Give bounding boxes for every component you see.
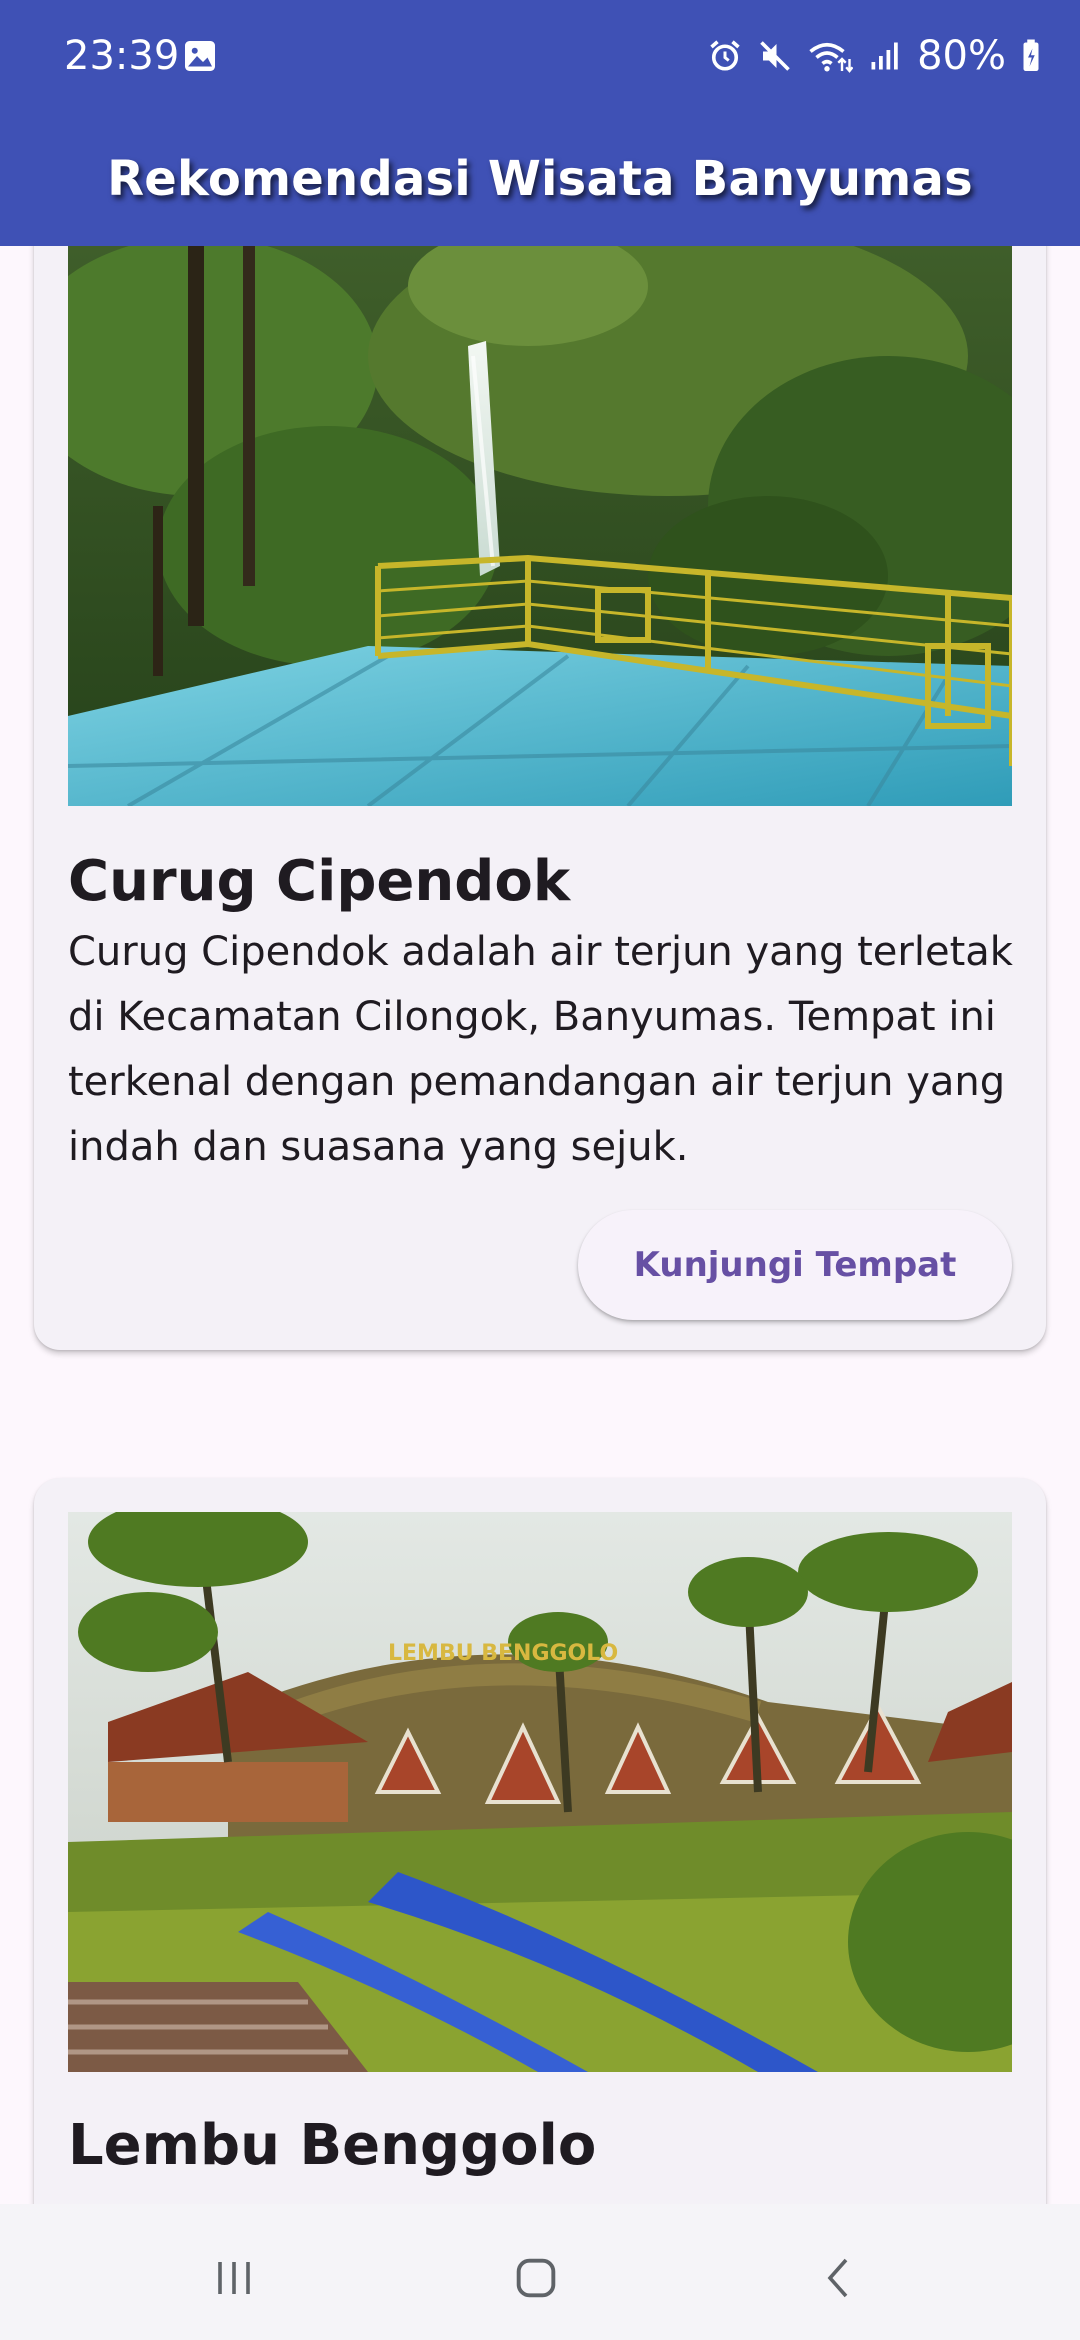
gallery-icon bbox=[185, 41, 215, 71]
app-bar: Rekomendasi Wisata Banyumas bbox=[0, 112, 1080, 246]
alarm-icon bbox=[710, 40, 740, 71]
destination-card: LEMBU BENGGOLO Lembu Benggolo bbox=[34, 1478, 1046, 2204]
status-bar: 23:39 80% bbox=[0, 0, 1080, 112]
place-description: Curug Cipendok adalah air terjun yang te… bbox=[68, 929, 1013, 1170]
back-icon[interactable] bbox=[800, 2238, 880, 2318]
recents-icon[interactable] bbox=[194, 2238, 274, 2318]
place-title: Curug Cipendok bbox=[68, 849, 571, 914]
home-icon[interactable] bbox=[496, 2238, 576, 2318]
park-photo: LEMBU BENGGOLO bbox=[68, 1512, 1012, 2072]
battery-percent: 80% bbox=[917, 33, 1006, 79]
wifi-icon bbox=[809, 42, 854, 73]
battery-icon bbox=[1023, 39, 1039, 71]
svg-text:LEMBU BENGGOLO: LEMBU BENGGOLO bbox=[388, 1641, 618, 1666]
destination-list[interactable]: Curug Cipendok Curug Cipendok adalah air… bbox=[0, 246, 1080, 2204]
waterfall-photo bbox=[68, 246, 1012, 806]
status-time: 23:39 bbox=[64, 33, 180, 79]
mute-icon bbox=[760, 41, 790, 71]
navigation-bar bbox=[0, 2204, 1080, 2340]
visit-place-button[interactable]: Kunjungi Tempat bbox=[578, 1210, 1012, 1320]
signal-icon bbox=[871, 42, 898, 70]
place-title: Lembu Benggolo bbox=[68, 2113, 597, 2178]
destination-card: Curug Cipendok Curug Cipendok adalah air… bbox=[34, 246, 1046, 1350]
page-title: Rekomendasi Wisata Banyumas bbox=[107, 151, 973, 207]
status-icons: 80% bbox=[707, 30, 1042, 82]
